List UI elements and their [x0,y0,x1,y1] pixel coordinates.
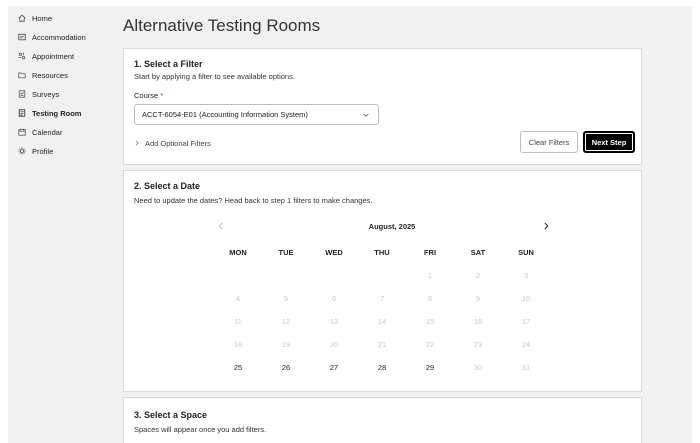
calendar-day: 6 [331,294,337,303]
next-month-button[interactable] [542,221,552,233]
sidebar-item-surveys[interactable]: Surveys [18,87,59,101]
calendar-header: August, 2025 [124,221,641,233]
surveys-icon [18,90,26,98]
calendar-day[interactable]: 27 [314,363,354,372]
filter-card-subtitle: Start by applying a filter to see availa… [134,72,295,81]
sidebar-item-profile[interactable]: Profile [18,144,53,158]
calendar-day[interactable]: 28 [362,363,402,372]
date-card-subtitle: Need to update the dates? Head back to s… [134,196,373,205]
calendar-icon [18,128,26,136]
page-title: Alternative Testing Rooms [123,16,321,35]
calendar-day: 22 [425,340,435,349]
calendar-day: 23 [473,340,483,349]
space-card: 3. Select a Space Spaces will appear onc… [123,397,642,443]
calendar-day: 19 [281,340,291,349]
app-window: Home Accommodation Appointment Resources… [8,6,692,443]
resources-icon [18,71,26,79]
sidebar-item-label: Surveys [32,89,60,99]
calendar-day: 4 [235,294,241,303]
required-mark: * [160,91,164,100]
weekday-header: TUE [278,248,294,257]
space-card-subtitle: Spaces will appear once you add filters. [134,425,267,434]
weekday-header: SAT [470,248,486,257]
calendar-day: 31 [521,363,531,372]
calendar-day: 2 [475,271,481,280]
sidebar-item-calendar[interactable]: Calendar [18,125,62,139]
chevron-right-icon [134,139,140,148]
appointment-icon [18,52,26,60]
space-card-title: 3. Select a Space [134,410,208,420]
calendar-day: 14 [377,317,387,326]
calendar-day: 1 [427,271,433,280]
sidebar-item-label: Calendar [32,127,63,137]
calendar-day: 18 [233,340,243,349]
previous-month-button[interactable] [217,221,227,233]
weekday-header: FRI [423,248,437,257]
home-icon [18,14,26,22]
sidebar-item-appointment[interactable]: Appointment [18,49,74,63]
filter-card: 1. Select a Filter Start by applying a f… [123,48,642,165]
course-label: Course * [134,91,163,100]
calendar-day: 13 [329,317,339,326]
sidebar-item-label: Resources [32,70,68,80]
date-card-title: 2. Select a Date [134,181,201,191]
sidebar-item-label: Accommodation [32,32,86,42]
calendar-day: 9 [475,294,481,303]
calendar-day: 11 [234,317,242,326]
calendar-day: 10 [521,294,531,303]
calendar-day: 24 [521,340,531,349]
testing-room-icon [18,109,26,117]
calendar-day: 8 [427,294,433,303]
calendar-month-label: August, 2025 [368,222,416,231]
weekday-header: MON [229,248,247,257]
weekday-header: SUN [518,248,534,257]
sidebar-item-accommodation[interactable]: Accommodation [18,30,86,44]
calendar-day[interactable]: 25 [218,363,258,372]
sidebar-item-testing-room[interactable]: Testing Room [18,106,81,120]
calendar-day: 20 [329,340,339,349]
course-select-value: ACCT-6054-E01 (Accounting Information Sy… [142,110,308,119]
calendar-day: 3 [523,271,529,280]
calendar-day: 17 [521,317,531,326]
weekday-header: THU [374,248,390,257]
next-step-button[interactable]: Next Step [583,131,635,153]
clear-filters-button[interactable]: Clear Filters [520,131,578,153]
sidebar-item-home[interactable]: Home [18,11,52,25]
sidebar: Home Accommodation Appointment Resources… [8,6,112,443]
filter-card-title: 1. Select a Filter [134,59,203,69]
calendar-day: 15 [425,317,435,326]
course-select[interactable]: ACCT-6054-E01 (Accounting Information Sy… [134,104,379,125]
profile-icon [18,147,26,155]
sidebar-item-resources[interactable]: Resources [18,68,68,82]
weekday-header: WED [325,248,343,257]
calendar-day[interactable]: 29 [410,363,450,372]
calendar-day[interactable]: 26 [266,363,306,372]
calendar-day: 5 [283,294,289,303]
sidebar-item-label: Home [32,13,53,23]
calendar-day: 30 [473,363,483,372]
sidebar-item-label: Profile [32,146,54,156]
sidebar-item-label: Appointment [32,51,75,61]
date-card: 2. Select a Date Need to update the date… [123,170,642,392]
accommodation-icon [18,33,26,41]
add-optional-filters-toggle[interactable]: Add Optional Filters [134,139,211,148]
chevron-down-icon [362,111,370,119]
course-label-text: Course [134,91,159,100]
calendar-day: 16 [473,317,483,326]
calendar-day: 7 [379,294,385,303]
calendar-day: 12 [281,317,291,326]
sidebar-item-label: Testing Room [32,108,82,118]
calendar-day: 21 [377,340,387,349]
add-optional-filters-label: Add Optional Filters [145,139,211,148]
